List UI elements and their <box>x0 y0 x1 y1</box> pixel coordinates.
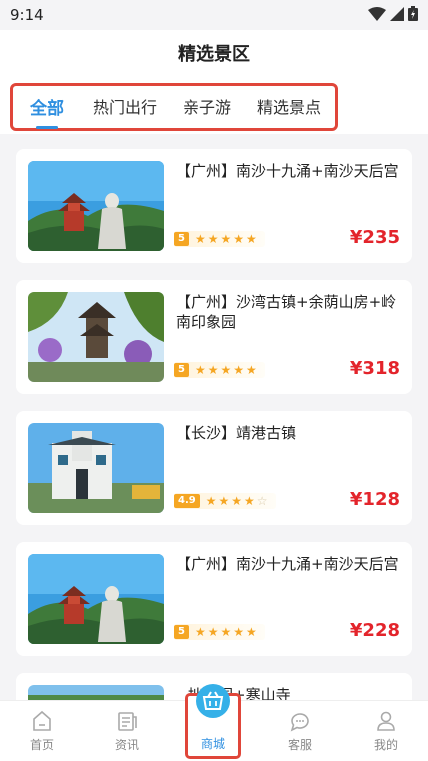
product-image <box>28 554 164 644</box>
tab-family-tour[interactable]: 亲子游 <box>183 94 231 118</box>
rating-score: 5 <box>174 232 189 246</box>
product-list[interactable]: 【广州】南沙十九涌+南沙天后宫 5 ★★★★★ ¥235 【广州】沙湾古镇+余荫… <box>0 134 428 700</box>
chat-icon <box>290 713 309 732</box>
product-card[interactable]: 【广州】南沙十九涌+南沙天后宫 5 ★★★★★ ¥235 <box>16 149 412 263</box>
product-price: ¥128 <box>349 489 400 510</box>
product-name: 【广州】南沙十九涌+南沙天后宫 <box>176 162 399 180</box>
nav-label: 客服 <box>287 738 312 752</box>
star-rating: ★★★★★ <box>194 232 259 246</box>
wifi-icon <box>368 6 386 21</box>
star-rating: ★★★★★ <box>194 363 259 377</box>
rating-score: 4.9 <box>174 494 200 508</box>
bottom-nav: 首页 资讯 商城 客服 我的 <box>0 684 428 761</box>
rating-score: 5 <box>174 625 189 639</box>
tab-all[interactable]: 全部 <box>30 94 64 119</box>
product-image <box>28 423 164 513</box>
rating-badge: 5 ★★★★★ <box>174 624 265 640</box>
nav-home[interactable]: 首页 <box>12 709 72 753</box>
home-icon <box>33 710 51 731</box>
product-name: 【长沙】靖港古镇 <box>176 424 297 442</box>
status-time: 9:14 <box>10 6 44 24</box>
product-image <box>28 161 164 251</box>
nav-shop[interactable]: 商城 <box>185 684 241 759</box>
product-name: 【广州】沙湾古镇+余荫山房+岭南印象园 <box>176 293 397 331</box>
shop-basket-icon <box>202 691 224 710</box>
rating-badge: 5 ★★★★★ <box>174 231 265 247</box>
battery-icon <box>408 6 418 21</box>
product-card[interactable]: 【广州】沙湾古镇+余荫山房+岭南印象园 5 ★★★★★ ¥318 <box>16 280 412 394</box>
nav-label: 商城 <box>200 737 225 751</box>
signal-icon <box>390 6 404 21</box>
category-tabs: 全部 热门出行 亲子游 精选景点 <box>0 80 428 134</box>
rating-badge: 5 ★★★★★ <box>174 362 265 378</box>
nav-label: 首页 <box>29 738 54 752</box>
product-price: ¥235 <box>349 227 400 248</box>
nav-news[interactable]: 资讯 <box>97 709 157 753</box>
product-image <box>28 685 164 700</box>
nav-customer-service[interactable]: 客服 <box>270 709 330 753</box>
nav-label: 资讯 <box>114 738 139 752</box>
user-icon <box>377 711 395 731</box>
star-rating: ★★★★★ <box>194 625 259 639</box>
product-name: 【广州】南沙十九涌+南沙天后宫 <box>176 555 399 573</box>
nav-profile[interactable]: 我的 <box>356 709 416 753</box>
star-rating: ★★★★☆ <box>205 494 270 508</box>
product-card[interactable]: 【广州】南沙十九涌+南沙天后宫 5 ★★★★★ ¥228 <box>16 542 412 656</box>
product-price: ¥318 <box>349 358 400 379</box>
product-price: ¥228 <box>349 620 400 641</box>
nav-label: 我的 <box>373 738 398 752</box>
status-bar: 9:14 <box>0 0 428 30</box>
page-title: 精选景区 <box>178 44 250 65</box>
tab-featured-spots[interactable]: 精选景点 <box>257 94 321 118</box>
rating-badge: 4.9 ★★★★☆ <box>174 493 276 509</box>
news-icon <box>118 712 137 731</box>
rating-score: 5 <box>174 363 189 377</box>
page-header: 精选景区 <box>0 30 428 80</box>
product-card[interactable]: 【长沙】靖港古镇 4.9 ★★★★☆ ¥128 <box>16 411 412 525</box>
product-image <box>28 292 164 382</box>
tab-hot-travel[interactable]: 热门出行 <box>93 94 157 118</box>
